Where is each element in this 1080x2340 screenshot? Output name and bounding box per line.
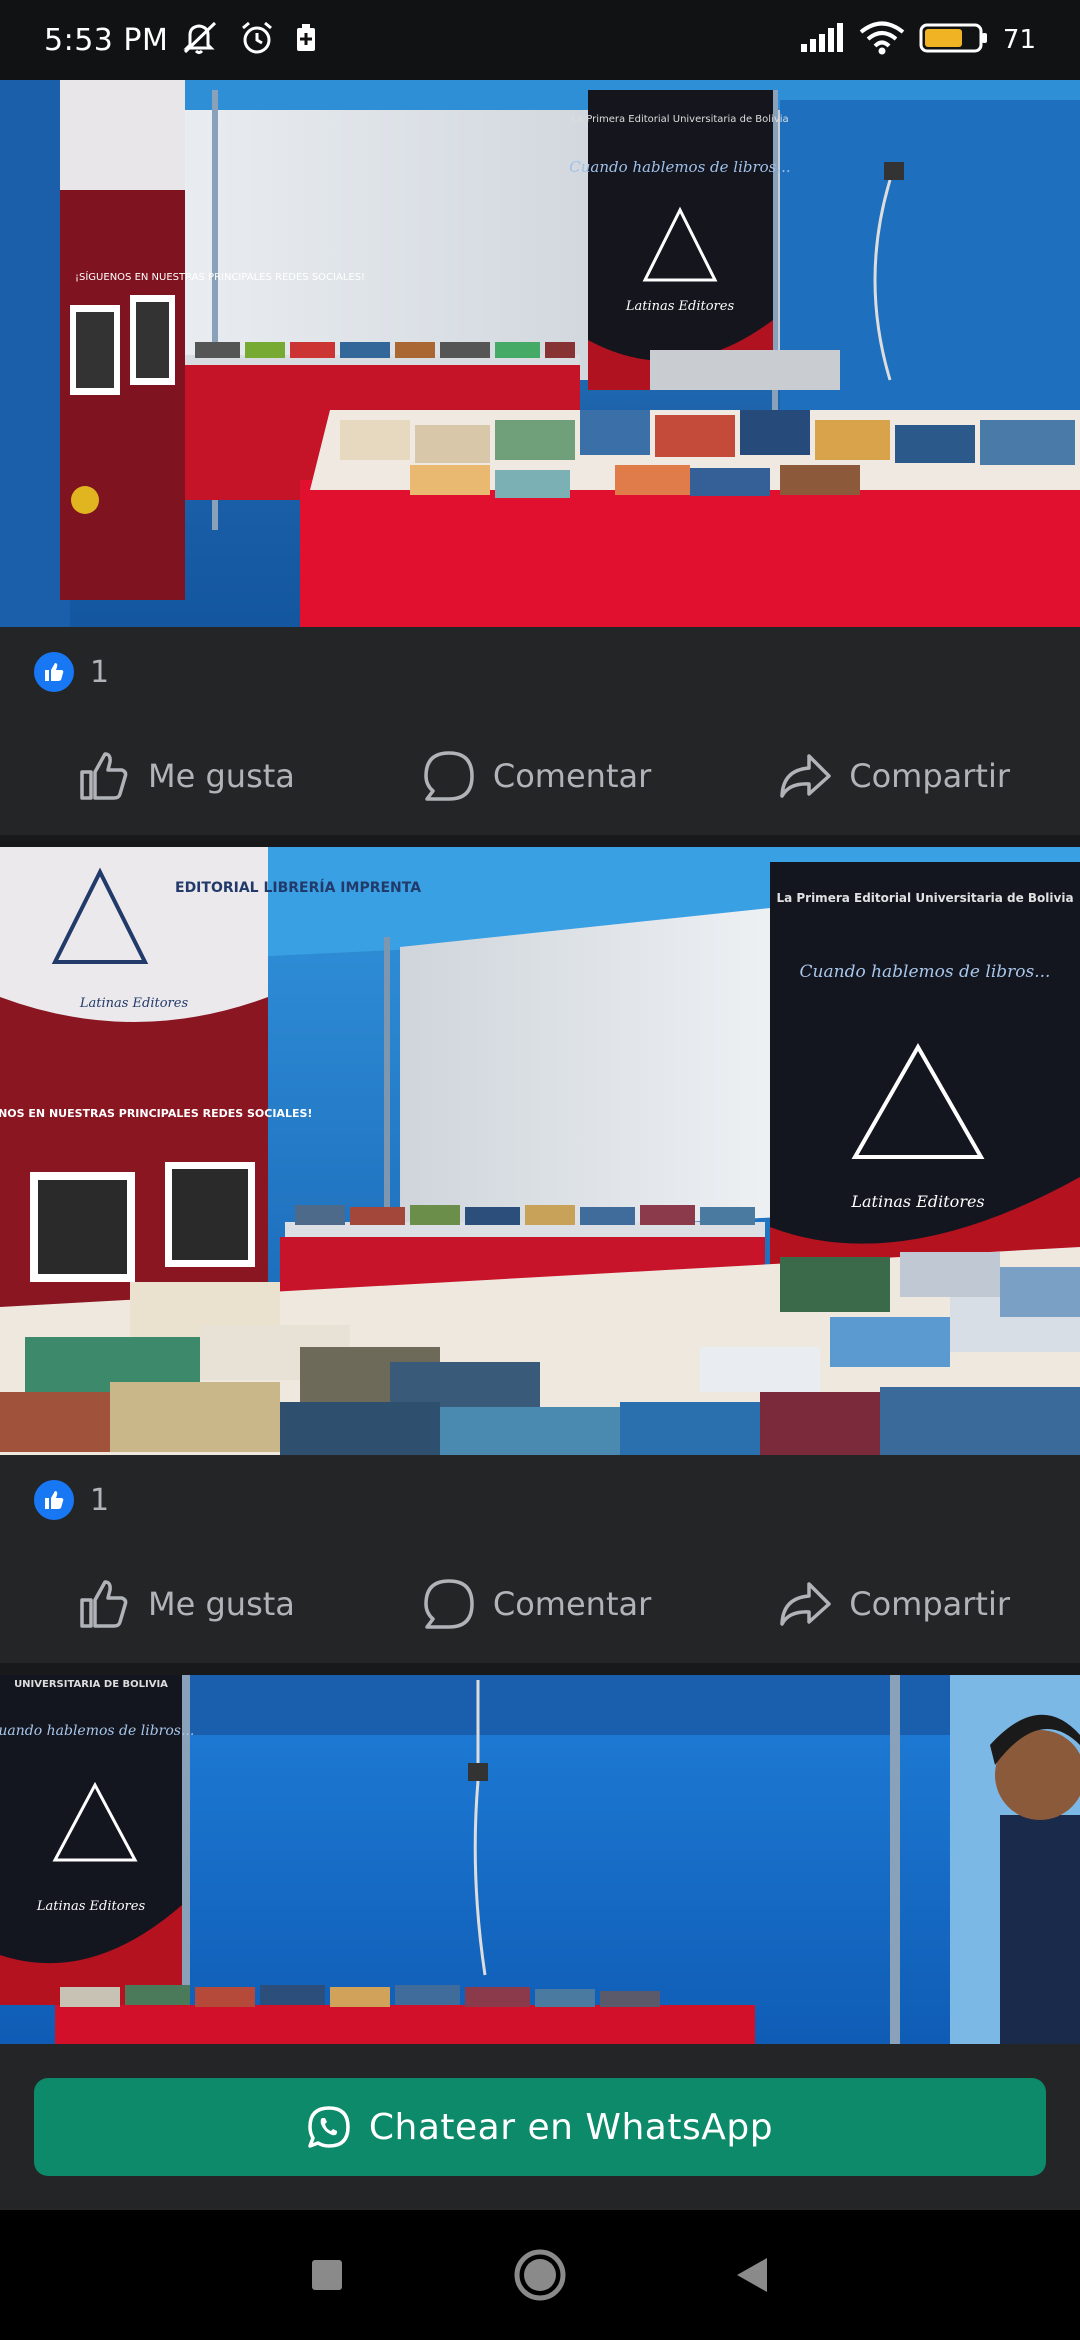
post-actions: Me gusta Comentar Compartir (0, 717, 1080, 835)
reactions-bar: 1 (0, 1455, 1080, 1545)
banner-brand-3: Latinas Editores (36, 1899, 146, 1914)
reaction-count: 1 (90, 654, 110, 690)
whatsapp-icon (308, 2106, 350, 2148)
banner-slogan-2: Cuando hablemos de libros... (800, 962, 1051, 982)
share-label: Compartir (849, 757, 1010, 795)
banner-brand-left: Latinas Editores (79, 996, 189, 1011)
back-icon (737, 2258, 768, 2292)
banner-slogan: Cuando hablemos de libros... (569, 158, 790, 176)
whatsapp-chat-button[interactable]: Chatear en WhatsApp (34, 2078, 1046, 2176)
wifi-icon (859, 21, 905, 59)
mute-icon (182, 21, 220, 59)
battery-saver-icon (294, 23, 318, 57)
banner-brand: Latinas Editores (625, 299, 735, 314)
whatsapp-cta-area: Chatear en WhatsApp (0, 2044, 1080, 2210)
status-time: 5:53 PM (44, 22, 169, 58)
alarm-icon (238, 20, 276, 60)
whatsapp-button-label: Chatear en WhatsApp (368, 2106, 774, 2148)
post-actions: Me gusta Comentar Compartir (0, 1545, 1080, 1663)
comment-button[interactable]: Comentar (421, 1576, 651, 1632)
post-photo-1[interactable]: ¡SÍGUENOS EN NUESTRAS PRINCIPALES REDES … (0, 80, 1080, 627)
battery-percent: 71 (1002, 25, 1036, 55)
banner-header-3: UNIVERSITARIA DE BOLIVIA (14, 1679, 168, 1690)
like-label: Me gusta (148, 757, 295, 795)
banner-social-text: ¡SÍGUENOS EN NUESTRAS PRINCIPALES REDES … (75, 270, 365, 283)
comment-icon (424, 751, 474, 801)
banner-brand-right: Latinas Editores (850, 1192, 984, 1211)
like-reaction-icon (32, 650, 76, 694)
comment-icon (424, 1579, 474, 1629)
thumbs-up-icon (80, 752, 128, 800)
thumbs-up-icon (80, 1580, 128, 1628)
recents-button[interactable] (287, 2235, 367, 2315)
recents-icon (311, 2260, 342, 2290)
like-reaction-icon (32, 1478, 76, 1522)
banner-social-text-2: ¡SÍGUENOS EN NUESTRAS PRINCIPALES REDES … (0, 1107, 312, 1120)
post-divider (0, 835, 1080, 847)
comment-label: Comentar (492, 757, 652, 795)
like-label: Me gusta (148, 1585, 295, 1623)
post-photo-3[interactable]: UNIVERSITARIA DE BOLIVIA Cuando hablemos… (0, 1675, 1080, 2044)
share-button[interactable]: Compartir (777, 748, 1010, 804)
reactions-bar: 1 (0, 627, 1080, 717)
banner-slogan-3: Cuando hablemos de libros... (0, 1723, 194, 1739)
system-nav-bar (0, 2210, 1080, 2340)
banner-title: EDITORIAL LIBRERÍA IMPRENTA (175, 879, 421, 896)
home-icon (514, 2249, 566, 2301)
back-button[interactable] (713, 2235, 793, 2315)
share-button[interactable]: Compartir (777, 1576, 1010, 1632)
share-label: Compartir (849, 1585, 1010, 1623)
signal-icon (799, 22, 845, 58)
battery-icon (919, 21, 989, 59)
status-bar: 5:53 PM 71 (0, 0, 1080, 80)
post-photo-2[interactable]: Latinas Editores EDITORIAL LIBRERÍA IMPR… (0, 847, 1080, 1455)
share-icon (780, 1582, 831, 1626)
banner-header: La Primera Editorial Universitaria de Bo… (571, 114, 788, 125)
share-icon (780, 754, 831, 798)
reaction-count: 1 (90, 1482, 110, 1518)
like-button[interactable]: Me gusta (76, 1576, 295, 1632)
comment-button[interactable]: Comentar (421, 748, 651, 804)
comment-label: Comentar (492, 1585, 652, 1623)
post-divider (0, 1663, 1080, 1675)
banner-header-2: La Primera Editorial Universitaria de Bo… (776, 891, 1073, 905)
like-button[interactable]: Me gusta (76, 748, 295, 804)
home-button[interactable] (500, 2235, 580, 2315)
